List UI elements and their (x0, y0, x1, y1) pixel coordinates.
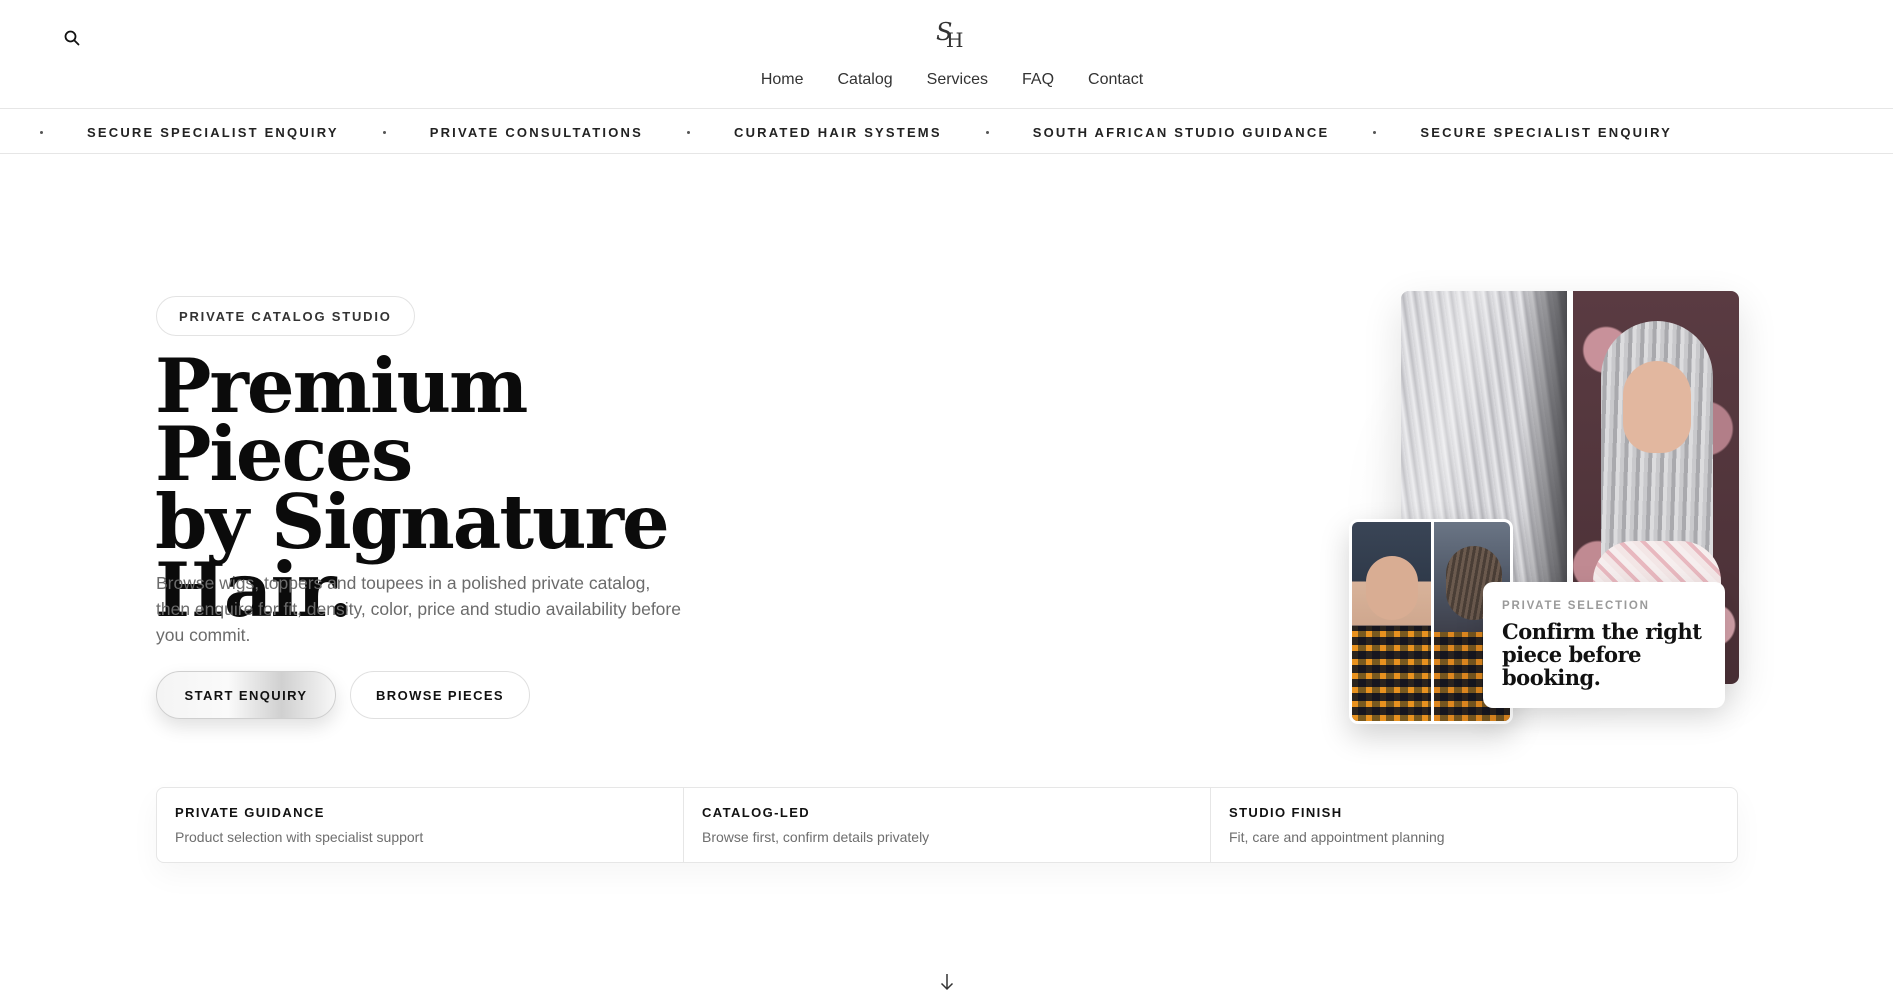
hero-description: Browse wigs, toppers and toupees in a po… (156, 573, 681, 645)
feature-private-guidance: PRIVATE GUIDANCE Product selection with … (157, 788, 684, 862)
search-button[interactable] (60, 26, 84, 50)
announcement-marquee: SECURE SPECIALIST ENQUIRY PRIVATE CONSUL… (0, 110, 1893, 154)
marquee-text: CURATED HAIR SYSTEMS (734, 124, 942, 140)
logo-letter-h: H (946, 28, 964, 52)
private-selection-card: PRIVATE SELECTION Confirm the right piec… (1483, 582, 1725, 708)
marquee-item: SECURE SPECIALIST ENQUIRY (1373, 125, 1716, 140)
main-nav: Home Catalog Services FAQ Contact (0, 71, 1893, 89)
search-icon (64, 30, 80, 46)
nav-faq[interactable]: FAQ (1005, 71, 1071, 89)
overlay-eyebrow: PRIVATE SELECTION (1502, 600, 1650, 612)
feature-text: Fit, care and appointment planning (1229, 829, 1445, 845)
browse-pieces-button[interactable]: BROWSE PIECES (350, 671, 530, 719)
marquee-text: SECURE SPECIALIST ENQUIRY (1420, 124, 1673, 140)
scroll-down-button[interactable] (937, 972, 957, 992)
marquee-item: SECURE SPECIALIST ENQUIRY (40, 125, 383, 140)
marquee-track: SECURE SPECIALIST ENQUIRY PRIVATE CONSUL… (40, 110, 1716, 153)
feature-text: Browse first, confirm details privately (702, 829, 930, 845)
overlay-title: Confirm the right piece before booking. (1502, 619, 1702, 690)
marquee-text: SECURE SPECIALIST ENQUIRY (87, 124, 339, 140)
separator-dot (382, 130, 386, 134)
separator-dot (985, 130, 989, 134)
marquee-item: CURATED HAIR SYSTEMS (687, 125, 986, 140)
before-photo (1352, 522, 1431, 721)
arrow-down-icon (940, 974, 954, 991)
feature-catalog-led: CATALOG-LED Browse first, confirm detail… (684, 788, 1211, 862)
feature-studio-finish: STUDIO FINISH Fit, care and appointment … (1211, 788, 1737, 862)
nav-catalog[interactable]: Catalog (821, 71, 910, 89)
marquee-text: SOUTH AFRICAN STUDIO GUIDANCE (1032, 124, 1330, 140)
marquee-item: PRIVATE CONSULTATIONS (382, 124, 687, 140)
nav-contact[interactable]: Contact (1071, 71, 1160, 89)
model-face (1623, 361, 1691, 453)
feature-title: CATALOG-LED (702, 805, 811, 820)
feature-text: Product selection with specialist suppor… (175, 829, 424, 845)
nav-home[interactable]: Home (744, 71, 821, 89)
feature-title: STUDIO FINISH (1229, 805, 1343, 820)
hero-title-line: Premium Pieces (155, 342, 528, 498)
site-logo[interactable]: S H (930, 16, 964, 56)
before-head (1366, 556, 1418, 620)
feature-title: PRIVATE GUIDANCE (175, 805, 325, 820)
separator-dot (1373, 130, 1377, 134)
features-row: PRIVATE GUIDANCE Product selection with … (156, 787, 1738, 863)
nav-services[interactable]: Services (910, 71, 1005, 89)
separator-dot (40, 130, 43, 134)
site-header: S H Home Catalog Services FAQ Contact (0, 0, 1893, 109)
before-shirt (1352, 626, 1431, 721)
separator-dot (687, 130, 690, 134)
start-enquiry-button[interactable]: START ENQUIRY (156, 671, 336, 719)
marquee-text: PRIVATE CONSULTATIONS (429, 124, 643, 140)
hero-eyebrow-pill: PRIVATE CATALOG STUDIO (156, 296, 415, 336)
marquee-item: SOUTH AFRICAN STUDIO GUIDANCE (985, 124, 1374, 140)
